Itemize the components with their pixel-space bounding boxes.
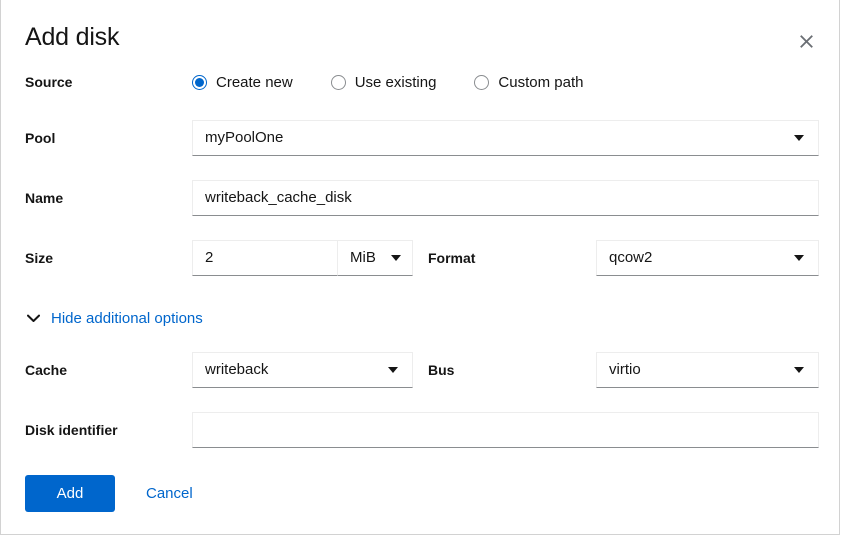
radio-create-new[interactable]: Create new — [192, 74, 293, 91]
radio-use-existing-label: Use existing — [355, 74, 437, 91]
bus-select[interactable]: virtio — [596, 352, 819, 388]
cancel-button[interactable]: Cancel — [134, 475, 205, 512]
size-label: Size — [25, 240, 53, 276]
additional-options-toggle[interactable]: Hide additional options — [26, 306, 203, 330]
bus-label: Bus — [428, 352, 454, 388]
pool-select[interactable]: myPoolOne — [192, 120, 819, 156]
form-row-disk-identifier: Disk identifier — [1, 412, 839, 448]
radio-custom-path[interactable]: Custom path — [474, 74, 583, 91]
disk-identifier-input[interactable] — [192, 412, 819, 448]
chevron-down-icon — [26, 311, 40, 325]
additional-options-toggle-label: Hide additional options — [51, 310, 203, 327]
cache-label: Cache — [25, 352, 67, 388]
pool-label: Pool — [25, 120, 55, 156]
name-label: Name — [25, 180, 63, 216]
radio-custom-path-mark — [474, 75, 489, 90]
radio-create-new-mark — [192, 75, 207, 90]
form-row-cache-bus: Cache writeback Bus virtio — [1, 352, 839, 388]
add-disk-dialog: Add disk Source Create new Use existing … — [0, 0, 840, 535]
name-input[interactable]: writeback_cache_disk — [192, 180, 819, 216]
radio-custom-path-label: Custom path — [498, 74, 583, 91]
source-label: Source — [25, 64, 72, 100]
close-icon — [799, 34, 814, 49]
form-row-source: Source Create new Use existing Custom pa… — [1, 64, 839, 100]
dialog-footer: Add Cancel — [1, 475, 839, 515]
form-row-name: Name writeback_cache_disk — [1, 180, 839, 216]
radio-create-new-label: Create new — [216, 74, 293, 91]
source-radio-group: Create new Use existing Custom path — [192, 64, 621, 100]
form-row-expander: Hide additional options — [1, 306, 839, 330]
format-label: Format — [428, 240, 475, 276]
size-input[interactable]: 2 — [192, 240, 338, 276]
radio-use-existing[interactable]: Use existing — [331, 74, 437, 91]
disk-identifier-label: Disk identifier — [25, 412, 118, 448]
page-title: Add disk — [25, 25, 119, 50]
radio-use-existing-mark — [331, 75, 346, 90]
size-unit-select[interactable]: MiB — [337, 240, 413, 276]
form-row-size-format: Size 2 MiB Format qcow2 — [1, 240, 839, 276]
add-button[interactable]: Add — [25, 475, 115, 512]
format-select[interactable]: qcow2 — [596, 240, 819, 276]
form-row-pool: Pool myPoolOne — [1, 120, 839, 156]
dialog-header: Add disk — [1, 0, 839, 66]
close-button[interactable] — [793, 28, 819, 54]
cache-select[interactable]: writeback — [192, 352, 413, 388]
